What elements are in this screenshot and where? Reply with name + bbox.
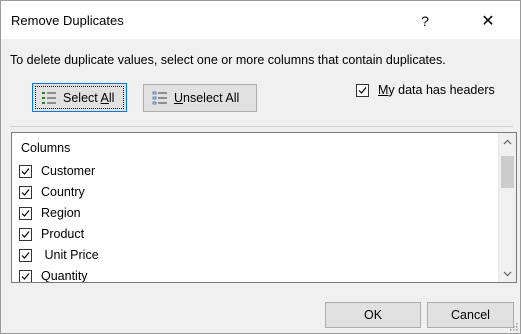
columns-header: Columns [21,141,71,155]
chevron-down-icon [503,271,512,276]
title-bar[interactable]: Remove Duplicates ? ✕ [1,1,520,39]
checkmark-icon [358,86,367,94]
column-label: Country [41,185,85,199]
select-all-list-icon [42,91,56,104]
column-checkbox[interactable] [19,227,32,241]
column-item-unit-price[interactable]: Unit Price [19,246,99,264]
column-item-region[interactable]: Region [19,204,81,222]
my-data-has-headers-checkbox[interactable]: My data has headers [356,83,495,97]
column-checkbox[interactable] [19,206,32,220]
column-label: Region [41,206,81,220]
select-all-label: Select All [63,90,115,105]
column-item-quantity[interactable]: Quantity [19,267,88,283]
checkmark-icon [21,230,30,238]
column-checkbox[interactable] [19,248,32,262]
column-label: Product [41,227,85,241]
column-item-country[interactable]: Country [19,183,85,201]
column-checkbox[interactable] [19,164,32,178]
headers-checkbox-label: My data has headers [378,83,495,97]
column-label: Unit Price [41,248,99,262]
scroll-up-button[interactable] [499,133,516,150]
help-icon: ? [421,13,429,29]
scrollbar-thumb[interactable] [501,156,514,188]
columns-listbox[interactable]: Columns Customer Country Region Product [11,132,517,283]
divider [10,126,513,127]
checkmark-icon [21,209,30,217]
unselect-all-list-icon [152,91,167,105]
column-checkbox[interactable] [19,185,32,199]
dialog-title: Remove Duplicates [11,13,124,28]
remove-duplicates-dialog: Remove Duplicates ? ✕ To delete duplicat… [0,0,521,334]
unselect-all-button[interactable]: Unselect All [143,84,257,112]
select-all-button[interactable]: Select All [32,83,127,112]
column-item-product[interactable]: Product [19,225,84,243]
help-button[interactable]: ? [410,7,440,35]
scroll-down-button[interactable] [499,265,516,282]
checkmark-icon [21,167,30,175]
close-button[interactable]: ✕ [473,7,503,35]
instruction-text: To delete duplicate values, select one o… [10,53,446,67]
checkmark-icon [21,272,30,280]
checkmark-icon [21,251,30,259]
column-checkbox[interactable] [19,269,32,282]
cancel-button[interactable]: Cancel [427,302,514,328]
ok-button[interactable]: OK [325,302,421,328]
chevron-up-icon [503,139,512,144]
column-label: Quantity [41,269,88,283]
column-label: Customer [41,164,96,178]
unselect-all-label: Unselect All [174,91,240,105]
column-item-customer[interactable]: Customer [19,162,95,180]
resize-grip-icon[interactable] [508,321,518,331]
checkmark-icon [21,188,30,196]
close-icon: ✕ [481,13,495,30]
vertical-scrollbar[interactable] [498,133,516,282]
headers-checkbox-box[interactable] [356,83,369,97]
